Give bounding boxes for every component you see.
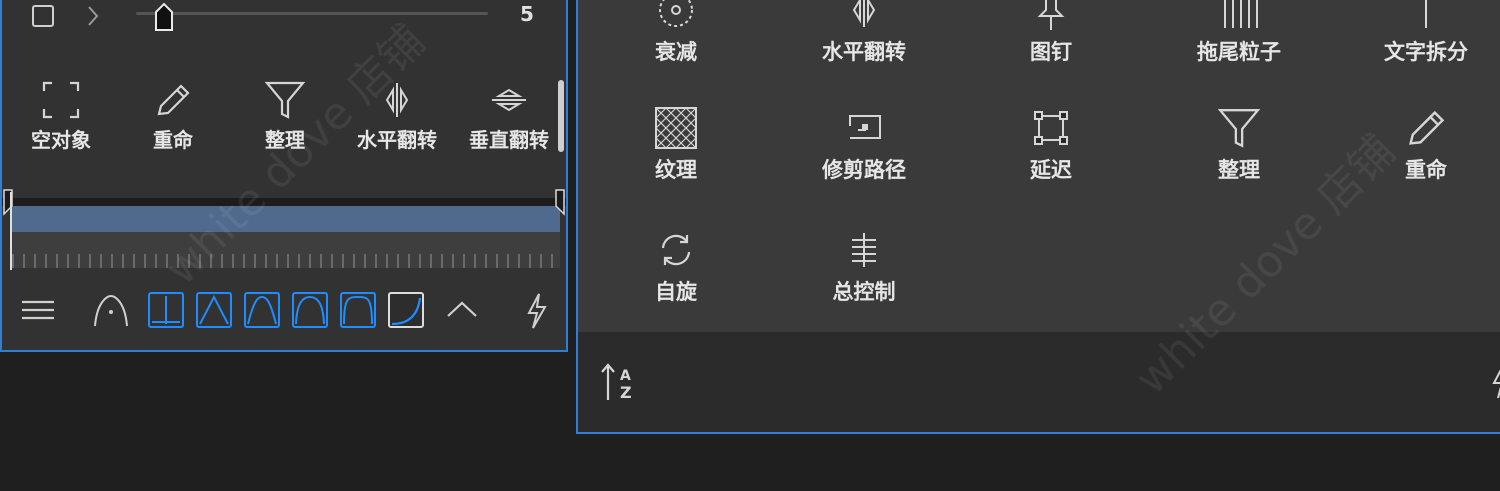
svg-text:A: A [620, 368, 631, 384]
pencil-icon [1351, 104, 1500, 152]
funnel-icon [1164, 104, 1314, 152]
effect-label: 图钉 [1030, 40, 1072, 64]
ease-linear-split-icon[interactable] [148, 292, 184, 328]
tool-label: 整理 [265, 128, 305, 152]
sort-az-icon[interactable]: AZ [598, 360, 642, 404]
flip-vertical-icon [464, 78, 554, 122]
trim-path-icon [789, 104, 939, 152]
tool-flip-horizontal[interactable]: 水平翻转 [352, 78, 442, 153]
effect-text-split[interactable]: 文字拆分 [1351, 0, 1500, 66]
effect-label: 修剪路径 [822, 158, 906, 182]
delay-icon [976, 104, 1126, 152]
timeline-divider [2, 198, 566, 206]
effect-trim-path[interactable]: 修剪路径 [789, 104, 939, 184]
right-panel: 衰减 水平翻转 图钉 拖尾粒子 文字拆分 纹理 修剪路径 延迟 整理 重命 自旋… [576, 0, 1500, 434]
effect-rename[interactable]: 重命 [1351, 104, 1500, 184]
effect-label: 纹理 [655, 158, 697, 182]
effect-label: 重命 [1405, 158, 1447, 182]
falloff-icon [601, 0, 751, 34]
trail-particles-icon [1164, 0, 1314, 34]
effect-master-control[interactable]: 总控制 [789, 226, 939, 306]
effect-spin[interactable]: 自旋 [601, 226, 751, 306]
chevron-right-icon[interactable] [82, 3, 104, 29]
curve-icon[interactable] [92, 292, 130, 330]
text-split-icon [1351, 0, 1500, 34]
slider-value: 5 [520, 2, 534, 26]
left-panel-toolbar: 5 [2, 0, 566, 40]
svg-text:Z: Z [620, 383, 632, 402]
ease-round-icon[interactable] [340, 292, 376, 328]
easing-toolbar [2, 284, 566, 340]
effect-flip-horizontal[interactable]: 水平翻转 [789, 0, 939, 66]
null-object-icon [16, 78, 106, 122]
effect-falloff[interactable]: 衰减 [601, 0, 751, 66]
effect-label: 整理 [1218, 158, 1260, 182]
effect-label: 衰减 [655, 40, 697, 64]
lightning-icon[interactable] [1486, 362, 1500, 402]
flip-horizontal-icon [352, 78, 442, 122]
ease-bell-icon[interactable] [292, 292, 328, 328]
lightning-icon[interactable] [522, 292, 552, 330]
texture-icon [601, 104, 751, 152]
tool-label: 重命 [153, 128, 193, 152]
ease-in-icon[interactable] [388, 292, 424, 328]
effect-delay[interactable]: 延迟 [976, 104, 1126, 184]
tool-flip-vertical[interactable]: 垂直翻转 [464, 78, 554, 153]
effect-label: 总控制 [832, 280, 896, 304]
slider-track[interactable] [136, 12, 488, 15]
timeline-range-bar[interactable] [12, 206, 560, 232]
ease-in-out-icon[interactable] [244, 292, 280, 328]
master-control-icon [789, 226, 939, 274]
timeline[interactable] [2, 188, 566, 270]
tool-null-object[interactable]: 空对象 [16, 78, 106, 153]
menu-icon[interactable] [20, 292, 56, 328]
effect-label: 延迟 [1030, 158, 1072, 182]
effect-texture[interactable]: 纹理 [601, 104, 751, 184]
effect-organize[interactable]: 整理 [1164, 104, 1314, 184]
ease-triangle-icon[interactable] [196, 292, 232, 328]
playhead[interactable] [10, 192, 12, 270]
slider-handle[interactable] [152, 2, 176, 32]
effect-pin[interactable]: 图钉 [976, 0, 1126, 66]
tool-organize[interactable]: 整理 [240, 78, 330, 153]
left-tools-row: 空对象 重命 整理 水平翻转 垂直翻转 [2, 78, 562, 158]
range-end-handle[interactable] [554, 188, 566, 216]
spin-icon [601, 226, 751, 274]
effect-label: 拖尾粒子 [1197, 40, 1281, 64]
chevron-up-icon[interactable] [444, 292, 480, 328]
tool-label: 垂直翻转 [469, 128, 549, 152]
pin-icon [976, 0, 1126, 34]
left-panel: 5 空对象 重命 整理 水平翻转 垂直翻转 [0, 0, 568, 352]
tool-label: 水平翻转 [357, 128, 437, 152]
effect-label: 自旋 [655, 280, 697, 304]
tool-label: 空对象 [31, 128, 91, 152]
tool-rename[interactable]: 重命 [128, 78, 218, 153]
range-start-handle[interactable] [2, 188, 14, 216]
scrollbar[interactable] [558, 80, 564, 152]
funnel-icon [240, 78, 330, 122]
effect-label: 文字拆分 [1384, 40, 1468, 64]
square-icon[interactable] [30, 3, 56, 29]
pencil-icon [128, 78, 218, 122]
flip-horizontal-icon [789, 0, 939, 34]
effect-label: 水平翻转 [822, 40, 906, 64]
effects-grid: 衰减 水平翻转 图钉 拖尾粒子 文字拆分 纹理 修剪路径 延迟 整理 重命 自旋… [578, 0, 1500, 332]
timeline-ticks [12, 254, 560, 268]
effect-trail-particles[interactable]: 拖尾粒子 [1164, 0, 1314, 66]
